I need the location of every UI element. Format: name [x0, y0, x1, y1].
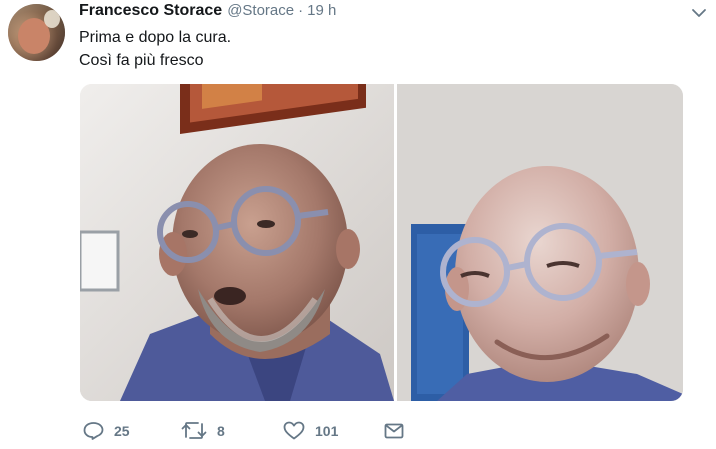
chevron-down-icon	[692, 9, 706, 17]
author-name[interactable]: Francesco Storace	[79, 2, 222, 20]
direct-message-icon	[384, 423, 404, 439]
tweet-text: Prima e dopo la cura. Così fa più fresco	[79, 26, 231, 72]
reply-icon	[83, 422, 104, 440]
photo-after-illustration	[397, 84, 683, 401]
author-handle[interactable]: @Storace	[227, 2, 294, 19]
photo-before[interactable]	[80, 84, 394, 401]
tweet-timestamp[interactable]: 19 h	[307, 2, 336, 19]
avatar-highlight	[44, 10, 60, 28]
like-button[interactable]: 101	[283, 421, 338, 440]
direct-message-button[interactable]	[384, 421, 404, 440]
avatar[interactable]	[8, 4, 65, 61]
like-icon	[283, 421, 305, 440]
retweet-count: 8	[217, 422, 225, 439]
photo-before-illustration	[80, 84, 394, 401]
photo-after[interactable]	[397, 84, 683, 401]
retweet-button[interactable]: 8	[181, 421, 225, 440]
reply-button[interactable]: 25	[83, 421, 130, 440]
header-separator: ·	[298, 2, 304, 19]
tweet-text-line: Così fa più fresco	[79, 52, 204, 69]
more-options-button[interactable]	[691, 6, 707, 18]
media-container	[80, 84, 683, 401]
retweet-icon	[181, 422, 207, 439]
tweet-text-line: Prima e dopo la cura.	[79, 29, 232, 46]
reply-count: 25	[114, 422, 130, 439]
tweet-header: Francesco Storace @Storace · 19 h	[79, 2, 336, 22]
like-count: 101	[315, 422, 339, 439]
